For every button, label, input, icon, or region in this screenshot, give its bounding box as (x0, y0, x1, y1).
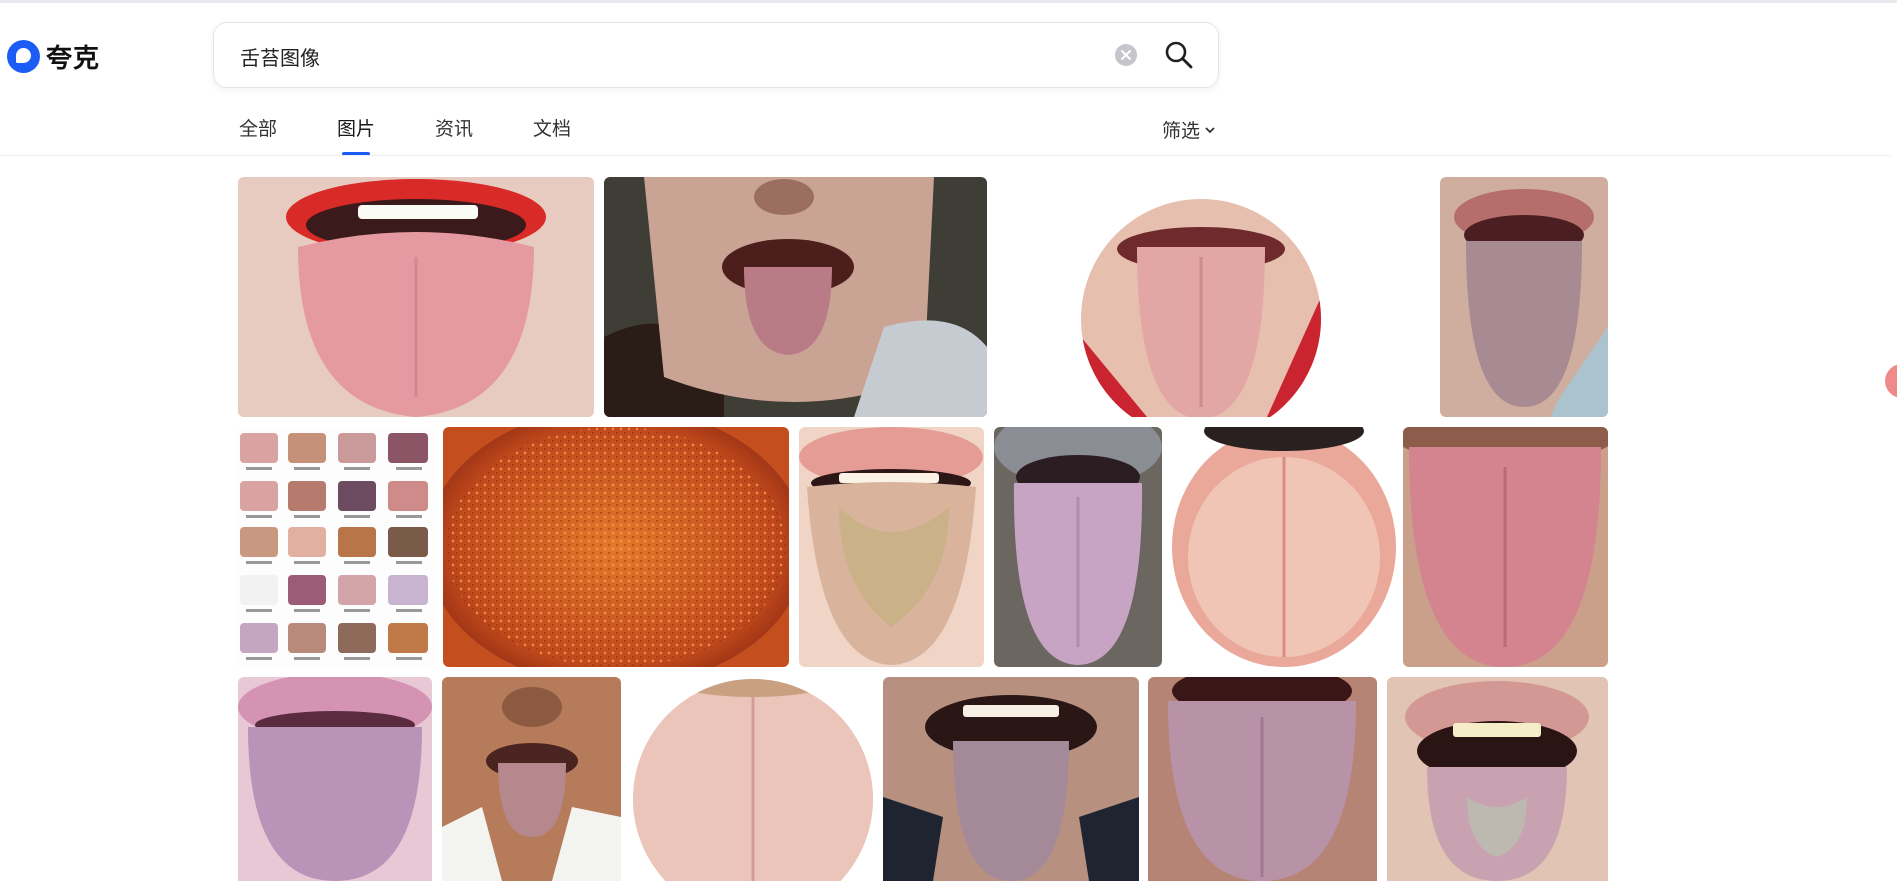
filter-button[interactable]: 筛选 (1162, 116, 1216, 143)
quark-logo-icon (7, 40, 40, 73)
tab-images[interactable]: 图片 (337, 114, 375, 156)
search-input[interactable] (238, 37, 1062, 75)
image-result[interactable] (238, 427, 434, 667)
image-result[interactable] (799, 427, 984, 667)
image-result[interactable] (238, 177, 594, 417)
tab-news[interactable]: 资讯 (435, 114, 473, 156)
search-icon[interactable] (1163, 39, 1195, 71)
image-result[interactable] (997, 177, 1431, 417)
tab-all[interactable]: 全部 (239, 114, 277, 156)
search-box (213, 22, 1219, 88)
image-result[interactable] (604, 177, 987, 417)
image-result[interactable] (994, 427, 1162, 667)
image-result[interactable] (443, 427, 789, 667)
image-result[interactable] (1148, 677, 1377, 881)
search-tabs: 全部 图片 资讯 文档 (239, 114, 631, 156)
image-result[interactable] (1387, 677, 1608, 881)
image-result[interactable] (442, 677, 621, 881)
quark-logo[interactable]: 夸克 (7, 38, 100, 75)
floating-assistant-icon[interactable] (1885, 364, 1897, 398)
clear-icon[interactable] (1115, 44, 1137, 66)
image-result[interactable] (883, 677, 1139, 881)
logo-text: 夸克 (46, 44, 101, 74)
image-result[interactable] (238, 677, 432, 881)
filter-label: 筛选 (1162, 120, 1201, 142)
chevron-down-icon (1205, 126, 1215, 133)
tab-documents[interactable]: 文档 (533, 114, 571, 156)
image-result[interactable] (1403, 427, 1608, 667)
top-border (0, 0, 1897, 3)
image-result[interactable] (631, 677, 875, 881)
image-result[interactable] (1440, 177, 1608, 417)
tabs-divider (0, 155, 1890, 156)
image-result[interactable] (1172, 427, 1396, 667)
